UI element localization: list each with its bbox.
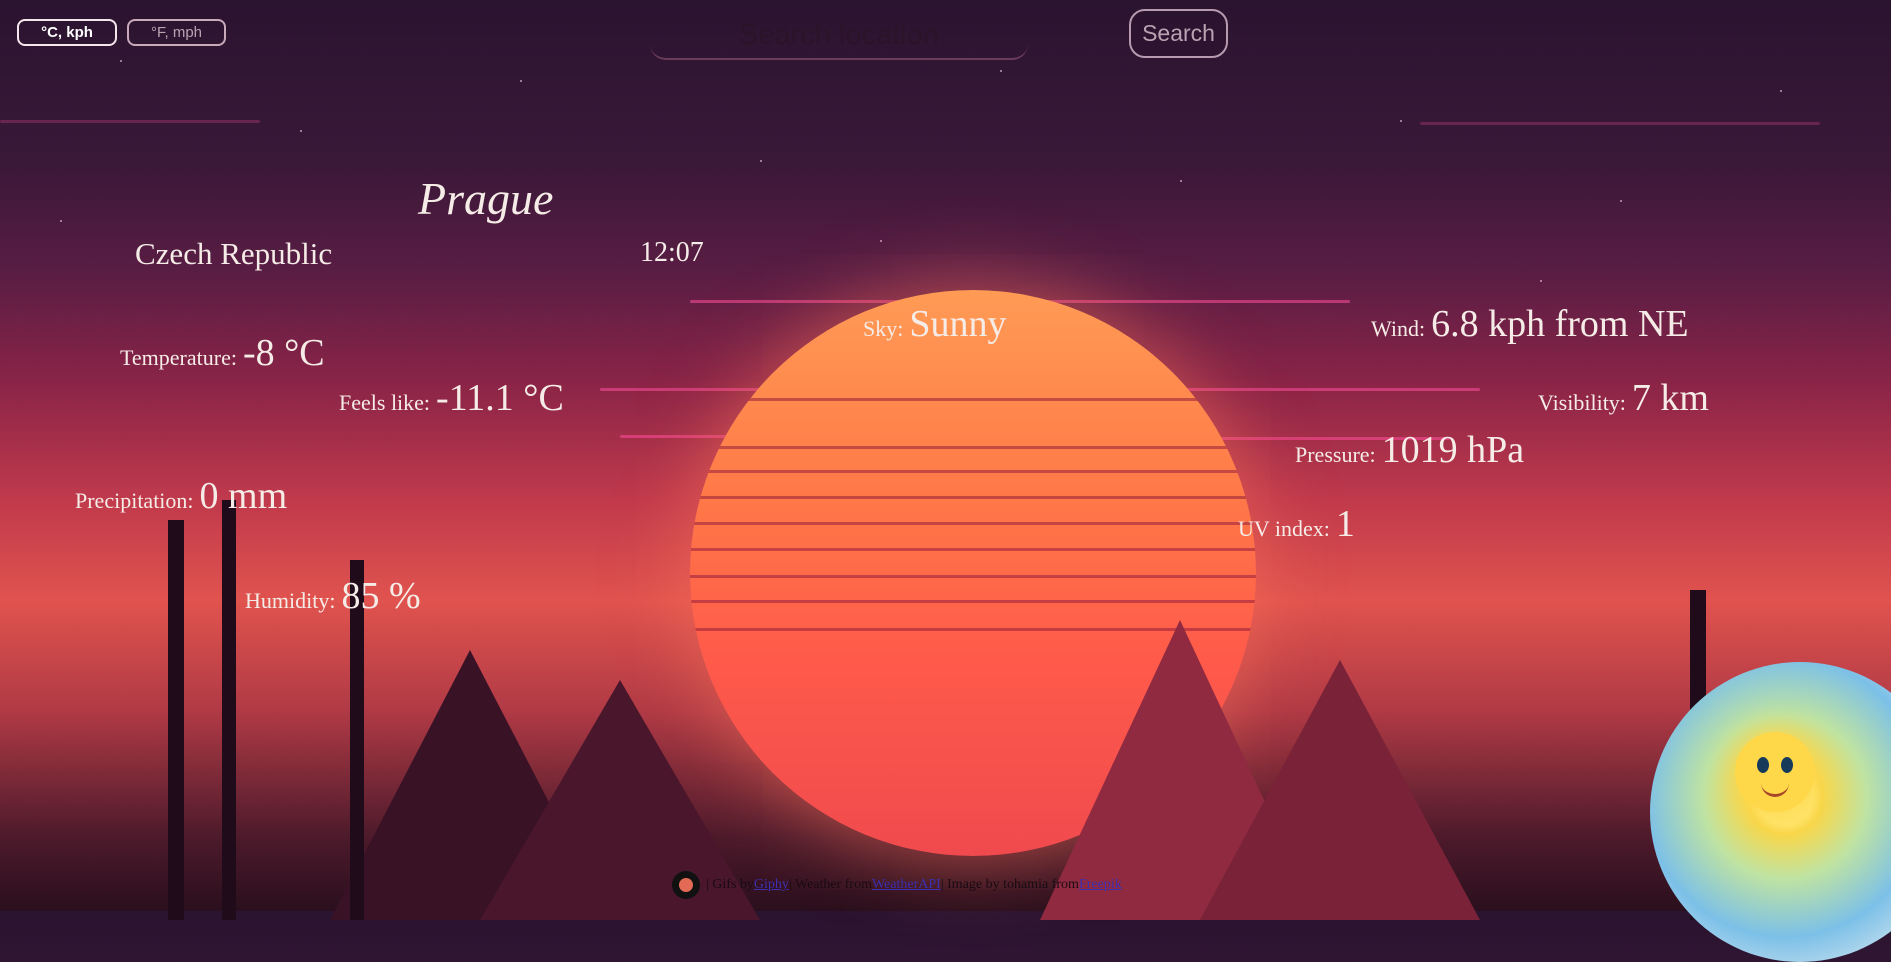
precipitation-value: 0 mm [199,475,288,517]
uv-index-label: UV index: [1238,516,1330,541]
uv-index-stat: UV index: 1 [1238,502,1355,546]
humidity-stat: Humidity: 85 % [245,574,421,618]
background-sunset [0,0,1891,920]
feels-like-stat: Feels like: -11.1 °C [339,376,564,420]
search-button[interactable]: Search [1129,9,1228,58]
pressure-stat: Pressure: 1019 hPa [1295,428,1524,472]
metric-units-button[interactable]: °C, kph [17,19,117,46]
pressure-value: 1019 hPa [1381,429,1525,471]
footer-credits: | Gifs by Giphy | Weather from WeatherAP… [672,870,1122,900]
wind-label: Wind: [1371,316,1426,341]
temperature-value: -8 °C [242,332,325,374]
precipitation-stat: Precipitation: 0 mm [75,474,287,518]
uv-index-value: 1 [1335,503,1355,545]
wind-stat: Wind: 6.8 kph from NE [1371,302,1689,346]
local-time: 12:07 [640,237,704,268]
weatherapi-link[interactable]: WeatherAPI [872,877,941,893]
search-input[interactable] [650,13,1028,58]
wind-value: 6.8 kph from NE [1431,303,1689,345]
temperature-stat: Temperature: -8 °C [120,331,325,375]
giphy-link[interactable]: Giphy [754,877,789,893]
visibility-stat: Visibility: 7 km [1538,376,1709,420]
sky-label: Sky: [863,316,904,341]
sky-value: Sunny [909,303,1007,345]
search-field [650,13,1028,60]
country-name: Czech Republic [135,236,333,271]
humidity-label: Humidity: [245,588,336,613]
city-name: Prague [418,173,554,224]
feels-like-label: Feels like: [339,390,431,415]
visibility-value: 7 km [1631,377,1709,419]
sky-stat: Sky: Sunny [863,302,1007,346]
visibility-label: Visibility: [1538,390,1626,415]
humidity-value: 85 % [341,575,421,617]
imperial-units-button[interactable]: °F, mph [127,19,226,46]
feels-like-value: -11.1 °C [436,377,564,419]
github-icon[interactable] [672,871,700,899]
temperature-label: Temperature: [120,345,237,370]
precipitation-label: Precipitation: [75,488,194,513]
pressure-label: Pressure: [1295,442,1376,467]
freepik-link[interactable]: Freepik [1079,877,1122,893]
